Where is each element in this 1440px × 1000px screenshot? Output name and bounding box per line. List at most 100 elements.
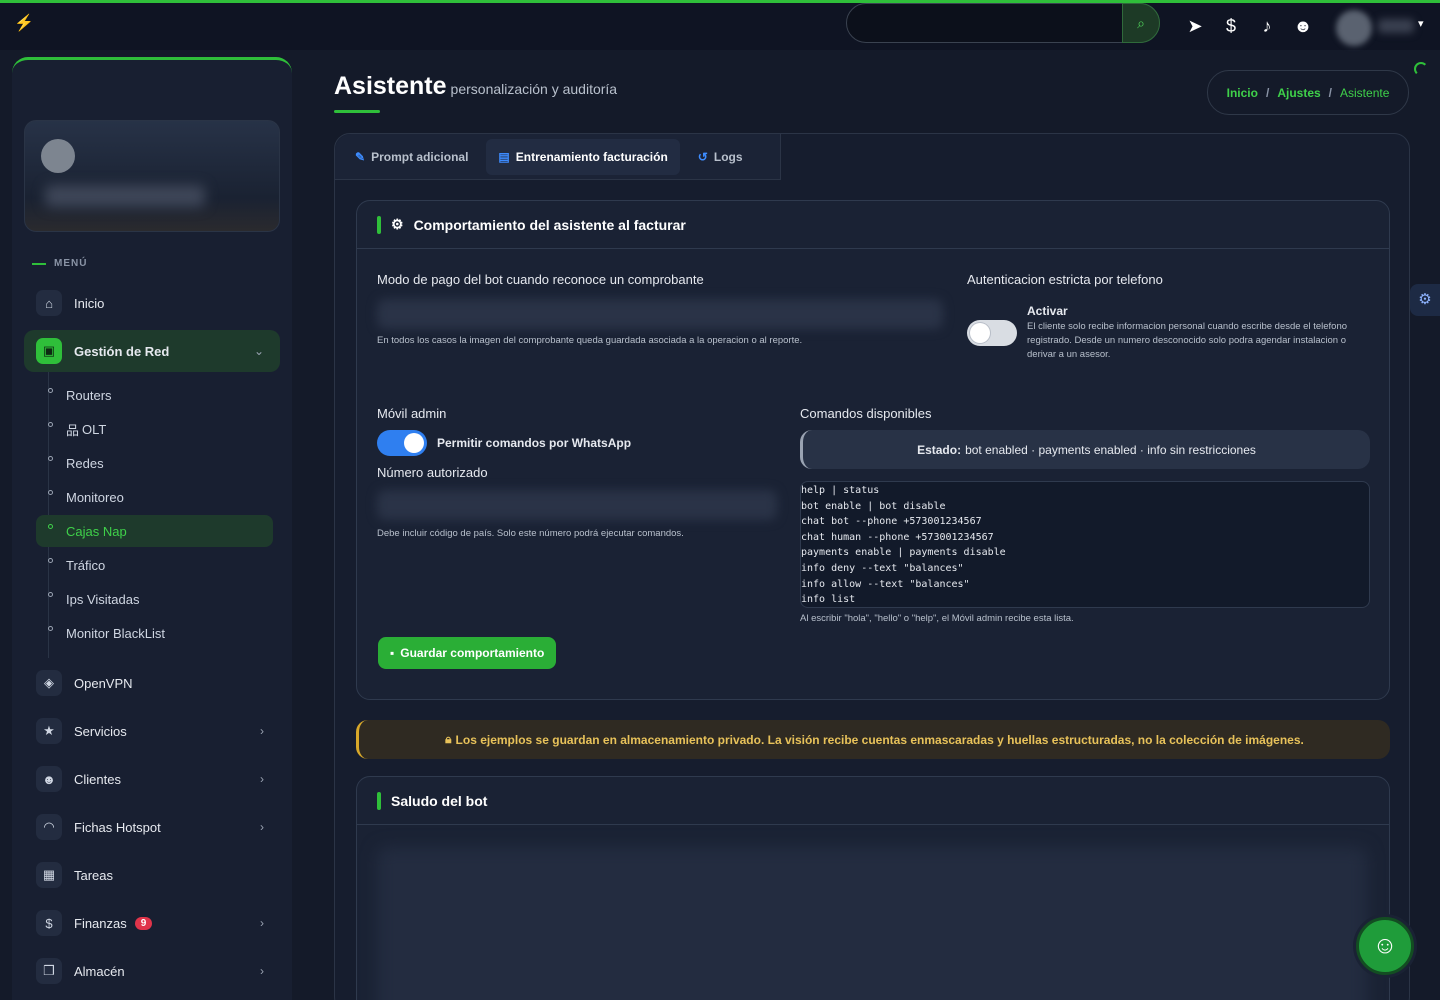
document-icon: ▤: [498, 149, 510, 164]
card-header: Saludo del bot: [357, 777, 1389, 825]
payment-mode-help: En todos los casos la imagen del comprob…: [377, 335, 803, 346]
magic-wand-icon: ✎: [355, 149, 366, 164]
subitem-cajas-nap[interactable]: Cajas Nap: [36, 515, 273, 547]
behavior-card: ⚙ Comportamiento del asistente al factura…: [356, 200, 1390, 700]
sidebar-item-finanzas[interactable]: $ Finanzas 9 ›: [24, 902, 280, 944]
sidebar-item-servicios[interactable]: ★ Servicios ›: [24, 710, 280, 752]
tab-bar: ✎ Prompt adicional ▤ Entrenamiento factura…: [335, 134, 781, 180]
search-input[interactable]: ⌕: [846, 3, 1160, 43]
subitem-olt[interactable]: 品 OLT: [36, 413, 273, 445]
sidebar-item-label: Gestión de Red: [74, 343, 170, 359]
command-line: chat human --phone +573001234567: [801, 531, 994, 543]
mobile-admin-label: Móvil admin: [377, 406, 447, 421]
sidebar: MENÚ ⌂ Inicio ▣ Gestión de Red ⌄ Routers…: [12, 57, 292, 1000]
sidebar-item-openvpn[interactable]: ◈ OpenVPN: [24, 662, 280, 704]
command-line: info allow --text "balances": [801, 578, 970, 590]
loading-spinner-icon: [1414, 62, 1428, 76]
whatsapp-toggle-label: Permitir comandos por WhatsApp: [437, 436, 632, 450]
command-line: info deny --text "balances": [801, 562, 964, 574]
greeting-card: Saludo del bot: [356, 776, 1390, 1000]
command-line: chat bot --phone +573001234567: [801, 516, 982, 528]
menu-section-label: MENÚ: [32, 258, 87, 269]
command-line: bot enable | bot disable: [801, 500, 946, 512]
tab-entrenamiento-facturacion[interactable]: ▤ Entrenamiento facturación: [486, 138, 680, 175]
chevron-right-icon: ›: [260, 772, 264, 786]
subitem-monitor-blacklist[interactable]: Monitor BlackList: [36, 617, 273, 649]
tab-prompt-adicional[interactable]: ✎ Prompt adicional: [343, 139, 480, 175]
chevron-down-icon[interactable]: ▾: [1418, 17, 1424, 30]
subitem-monitoreo[interactable]: Monitoreo: [36, 481, 273, 513]
sitemap-icon: 品: [66, 422, 80, 438]
subitem-redes[interactable]: Redes: [36, 447, 273, 479]
hand-dollar-icon: $: [36, 910, 62, 936]
app-logo-icon[interactable]: ⚡: [14, 13, 36, 37]
user-name-blurred[interactable]: [1378, 19, 1414, 33]
home-icon: ⌂: [36, 290, 62, 316]
bell-icon[interactable]: ♪: [1256, 15, 1278, 37]
sidebar-item-tareas[interactable]: ▦ Tareas: [24, 854, 280, 896]
commands-help: Al escribir "hola", "hello" o "help", el…: [800, 613, 1074, 624]
title-underline: [334, 110, 380, 113]
user-gear-icon[interactable]: ☻: [1292, 15, 1314, 37]
users-icon: ☻: [36, 766, 62, 792]
whatsapp-commands-toggle[interactable]: [377, 430, 427, 456]
top-icon-group: ➤ $ ♪ ☻: [1184, 11, 1314, 41]
chevron-right-icon: ›: [260, 916, 264, 930]
payment-mode-label: Modo de pago del bot cuando reconoce un …: [377, 272, 704, 287]
settings-gear-icon[interactable]: ⚙: [1410, 284, 1440, 316]
page-title: Asistente personalización y auditoría: [334, 72, 618, 100]
authorized-number-help: Debe incluir código de país. Solo este n…: [377, 528, 684, 539]
avatar[interactable]: [1336, 10, 1372, 46]
privacy-alert: 🔒︎ Los ejemplos se guardan en almacenamie…: [356, 720, 1390, 759]
command-line: info list: [801, 594, 856, 606]
command-line: payments enable | payments disable: [801, 547, 1006, 559]
page-subtitle: personalización y auditoría: [450, 81, 618, 97]
chevron-down-icon: ⌄: [253, 344, 264, 358]
sidebar-item-inicio[interactable]: ⌂ Inicio: [24, 282, 280, 324]
save-icon: ▪: [390, 646, 395, 660]
bot-assistant-button[interactable]: ☺: [1356, 917, 1414, 975]
subitem-routers[interactable]: Routers: [36, 379, 273, 411]
star-icon: ★: [36, 718, 62, 744]
search-icon[interactable]: ⌕: [1122, 3, 1160, 43]
breadcrumb-inicio[interactable]: Inicio: [1227, 86, 1258, 100]
subitem-trafico[interactable]: Tráfico: [36, 549, 273, 581]
greeting-textarea[interactable]: [377, 847, 1367, 1000]
commands-label: Comandos disponibles: [800, 406, 932, 421]
lock-icon: 🔒︎: [445, 732, 452, 746]
authorized-number-input[interactable]: [377, 490, 777, 520]
sidebar-item-clientes[interactable]: ☻ Clientes ›: [24, 758, 280, 800]
breadcrumb-current: Asistente: [1340, 85, 1390, 100]
dollar-icon[interactable]: $: [1220, 15, 1242, 37]
strict-auth-help: El cliente solo recibe informacion perso…: [1027, 321, 1348, 360]
sidebar-item-almacen[interactable]: ❒ Almacén ›: [24, 950, 280, 992]
calendar-icon: ▦: [36, 862, 62, 888]
history-icon: ↺: [697, 149, 708, 164]
card-header: ⚙ Comportamiento del asistente al factura…: [357, 201, 1389, 249]
shield-icon: ◈: [36, 670, 62, 696]
profile-name-blurred: [45, 185, 205, 207]
chevron-right-icon: ›: [260, 724, 264, 738]
sidebar-item-gestion-de-red[interactable]: ▣ Gestión de Red ⌄: [24, 330, 280, 372]
breadcrumb: Inicio / Ajustes / Asistente: [1207, 70, 1409, 115]
subitem-ips-visitadas[interactable]: Ips Visitadas: [36, 583, 273, 615]
sidebar-item-fichas-hotspot[interactable]: ◠ Fichas Hotspot ›: [24, 806, 280, 848]
wifi-icon: ◠: [36, 814, 62, 840]
status-badge: Estado: bot enabled · payments enabled · …: [800, 430, 1370, 469]
strict-auth-toggle[interactable]: [967, 320, 1017, 346]
tab-logs[interactable]: ↺ Logs: [686, 139, 755, 175]
network-icon: ▣: [36, 338, 62, 364]
payment-mode-select[interactable]: [377, 299, 943, 329]
chevron-right-icon: ›: [260, 820, 264, 834]
notification-badge: 9: [134, 916, 153, 930]
robot-icon: ☺: [1372, 932, 1398, 959]
strict-auth-toggle-label: Activar: [1027, 304, 1068, 318]
commands-list: help | status bot enable | bot disable c…: [800, 481, 1370, 608]
telegram-icon[interactable]: ➤: [1184, 15, 1206, 37]
breadcrumb-ajustes[interactable]: Ajustes: [1277, 86, 1320, 100]
command-line: help | status: [801, 485, 880, 496]
top-bar: ⚡ ⌕ ➤ $ ♪ ☻ ▾: [0, 3, 1440, 50]
authorized-number-label: Número autorizado: [377, 465, 488, 480]
strict-auth-label: Autenticacion estricta por telefono: [967, 272, 1163, 287]
save-behavior-button[interactable]: ▪ Guardar comportamiento: [378, 637, 557, 669]
